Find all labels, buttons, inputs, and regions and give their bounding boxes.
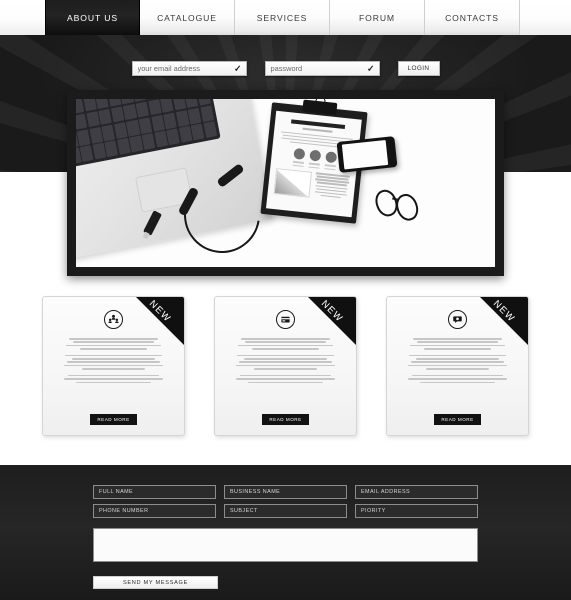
full-name-input[interactable] (99, 489, 210, 495)
new-ribbon (308, 297, 356, 345)
card-paragraph-text: Cras tincidunt scelerisque tellus a port… (57, 355, 58, 356)
check-icon: ✓ (233, 63, 242, 73)
nav-item-label: FORUM (358, 12, 395, 23)
card-window-icon (276, 310, 295, 329)
card-paragraph-text: Lorem ipsum dolor sit amet, consectetur … (57, 338, 58, 339)
piority-input[interactable] (361, 508, 472, 514)
phone-number-input[interactable] (99, 508, 210, 514)
subject-input[interactable] (230, 508, 341, 514)
hero-image: Flat lay desk photo: laptop keyboard, cl… (76, 99, 495, 267)
clipboard-chart (273, 168, 313, 198)
nav-item-contacts[interactable]: CONTACTS (425, 0, 520, 35)
nav-item-services[interactable]: SERVICES (235, 0, 330, 35)
card-paragraph: Praesent id sem ullamcorper diam ferment… (401, 374, 514, 384)
card-paragraph: Praesent id sem ullamcorper diam ferment… (229, 374, 342, 384)
nav-item-label: CATALOGUE (157, 12, 217, 23)
message-textarea[interactable] (93, 528, 478, 562)
password-field-wrap[interactable]: ✓ (264, 61, 380, 76)
card-paragraph-text: Lorem ipsum dolor sit amet, consectetur … (229, 338, 230, 339)
nav-item-about-us[interactable]: ABOUT US (45, 0, 140, 35)
hero-image-frame: Flat lay desk photo: laptop keyboard, cl… (67, 90, 504, 276)
nav-item-forum[interactable]: FORUM (330, 0, 425, 35)
card-paragraph: Cras tincidunt scelerisque tellus a port… (229, 354, 342, 370)
full-name-field-wrap[interactable] (93, 485, 216, 499)
new-ribbon (480, 297, 528, 345)
check-icon: ✓ (366, 63, 375, 73)
contact-form-row-2 (93, 504, 478, 518)
card-paragraph: Cras tincidunt scelerisque tellus a port… (57, 354, 170, 370)
contact-form-row-1 (93, 485, 478, 499)
phone-number-field-wrap[interactable] (93, 504, 216, 518)
card-paragraph-text: Cras tincidunt scelerisque tellus a port… (401, 355, 402, 356)
new-ribbon (136, 297, 184, 345)
group-users-icon (104, 310, 123, 329)
chat-message-icon (448, 310, 467, 329)
email-address-input[interactable] (361, 489, 472, 495)
contact-form: SEND MY MESSAGE (93, 465, 478, 589)
card-text-block: Lorem ipsum dolor sit amet, consectetur … (401, 338, 514, 388)
card-paragraph-text: Praesent id sem ullamcorper diam ferment… (229, 375, 230, 376)
nav-left-spacer (0, 0, 45, 35)
card-paragraph-text: Cras tincidunt scelerisque tellus a port… (229, 355, 230, 356)
nav-right-spacer (520, 0, 571, 35)
read-more-button[interactable]: READ MORE (262, 414, 309, 425)
login-bar: ✓ ✓ LOGIN (0, 61, 571, 76)
smartphone-screen (341, 139, 389, 170)
website-template-page: ABOUT US CATALOGUE SERVICES FORUM CONTAC… (0, 0, 571, 600)
card-paragraph-text: Lorem ipsum dolor sit amet, consectetur … (401, 338, 402, 339)
password-input[interactable] (265, 62, 379, 75)
feature-card[interactable]: NEW Lorem ipsum dolor sit amet, consecte… (386, 296, 529, 436)
card-paragraph: Praesent id sem ullamcorper diam ferment… (57, 374, 170, 384)
card-text-block: Lorem ipsum dolor sit amet, consectetur … (229, 338, 342, 388)
nav-item-label: CONTACTS (445, 12, 499, 23)
read-more-button[interactable]: READ MORE (90, 414, 137, 425)
subject-field-wrap[interactable] (224, 504, 347, 518)
email-input[interactable] (132, 62, 246, 75)
email-address-field-wrap[interactable] (355, 485, 478, 499)
feature-card[interactable]: NEW Lorem ipsum dolor sit amet, consecte… (42, 296, 185, 436)
nav-item-label: SERVICES (256, 12, 308, 23)
smartphone-illustration (336, 136, 398, 173)
feature-card[interactable]: NEW Lorem ipsum dolor sit amet, consecte… (214, 296, 357, 436)
card-paragraph-text: Praesent id sem ullamcorper diam ferment… (401, 375, 402, 376)
nav-item-label: ABOUT US (67, 12, 118, 23)
card-paragraph-text: Praesent id sem ullamcorper diam ferment… (57, 375, 58, 376)
send-my-message-button[interactable]: SEND MY MESSAGE (93, 576, 218, 589)
footer-contact-section: SEND MY MESSAGE (0, 465, 571, 600)
feature-cards-row: NEW Lorem ipsum dolor sit amet, consecte… (0, 296, 571, 436)
piority-field-wrap[interactable] (355, 504, 478, 518)
nav-item-catalogue[interactable]: CATALOGUE (140, 0, 235, 35)
business-name-field-wrap[interactable] (224, 485, 347, 499)
login-button[interactable]: LOGIN (397, 61, 440, 76)
business-name-input[interactable] (230, 489, 341, 495)
read-more-button[interactable]: READ MORE (434, 414, 481, 425)
card-text-block: Lorem ipsum dolor sit amet, consectetur … (57, 338, 170, 388)
email-field-wrap[interactable]: ✓ (131, 61, 247, 76)
card-paragraph: Cras tincidunt scelerisque tellus a port… (401, 354, 514, 370)
main-navigation: ABOUT US CATALOGUE SERVICES FORUM CONTAC… (0, 0, 571, 35)
